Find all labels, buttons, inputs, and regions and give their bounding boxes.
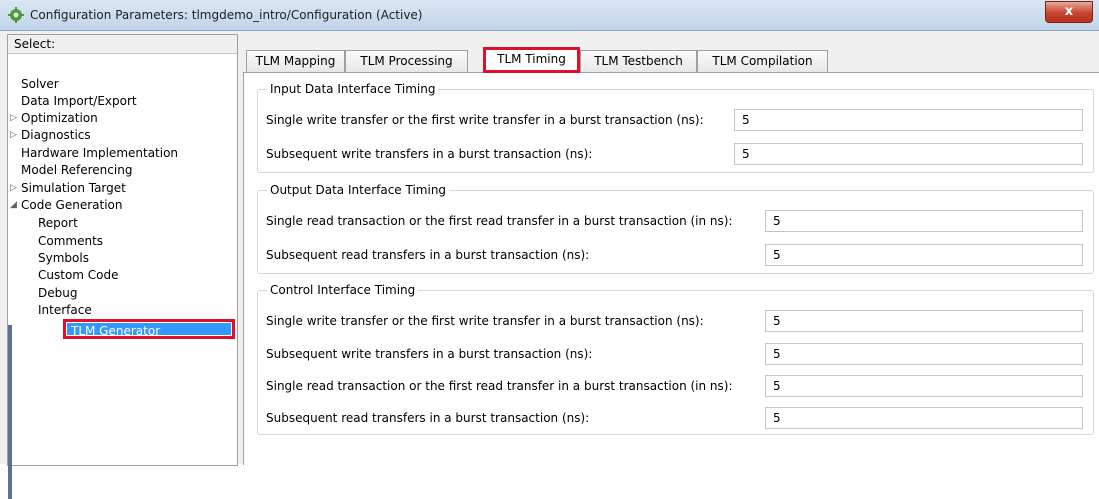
- tab-tlm-testbench[interactable]: TLM Testbench: [580, 50, 697, 72]
- control-first-read-field[interactable]: 5: [765, 375, 1083, 397]
- window-title: Configuration Parameters: tlmgdemo_intro…: [30, 8, 423, 22]
- expand-icon[interactable]: ▷: [10, 130, 17, 140]
- title-bar[interactable]: Configuration Parameters: tlmgdemo_intro…: [0, 0, 1099, 31]
- settings-pane: TLM Mapping TLM Processing TLM Timing TL…: [240, 34, 1099, 465]
- field-label: Subsequent read transfers in a burst tra…: [266, 248, 590, 262]
- tab-tlm-timing[interactable]: TLM Timing: [483, 47, 580, 73]
- tree-item-model-referencing[interactable]: Model Referencing: [21, 163, 132, 177]
- tree-item-simulation-target[interactable]: Simulation Target: [21, 181, 126, 195]
- category-tree: Select: Solver Data Import/Export ▷ Opti…: [7, 34, 238, 499]
- field-label: Single read transaction or the first rea…: [266, 214, 733, 228]
- control-subsequent-write-field[interactable]: 5: [765, 343, 1083, 365]
- selection-highlight: TLM Generator: [67, 323, 231, 338]
- tree-item-data-import-export[interactable]: Data Import/Export: [21, 94, 137, 108]
- tree-item-debug[interactable]: Debug: [38, 286, 77, 300]
- control-timing-group: Control Interface Timing Single write tr…: [257, 283, 1094, 435]
- tree-item-optimization[interactable]: Optimization: [21, 111, 98, 125]
- field-label: Single write transfer or the first write…: [266, 314, 704, 328]
- tree-item-diagnostics[interactable]: Diagnostics: [21, 128, 91, 142]
- expand-icon[interactable]: ▷: [10, 113, 17, 123]
- tree-item-interface[interactable]: Interface: [38, 303, 92, 317]
- tab-content: Input Data Interface Timing Single write…: [243, 72, 1099, 465]
- tab-tlm-mapping[interactable]: TLM Mapping: [246, 50, 345, 72]
- select-label: Select:: [14, 37, 56, 51]
- field-label: Single write transfer or the first write…: [266, 113, 704, 127]
- tab-tlm-compilation[interactable]: TLM Compilation: [697, 50, 828, 72]
- tree-item-comments[interactable]: Comments: [38, 234, 103, 248]
- output-timing-group: Output Data Interface Timing Single read…: [257, 183, 1094, 274]
- group-title: Output Data Interface Timing: [267, 183, 450, 197]
- pane-splitter[interactable]: [8, 325, 12, 499]
- tree-item-label: TLM Generator: [71, 324, 161, 338]
- collapse-icon[interactable]: ◢: [10, 200, 17, 210]
- control-first-write-field[interactable]: 5: [765, 310, 1083, 332]
- field-label: Single read transaction or the first rea…: [266, 379, 733, 393]
- tree-item-custom-code[interactable]: Custom Code: [38, 268, 119, 282]
- input-first-write-field[interactable]: 5: [734, 109, 1083, 131]
- expand-icon[interactable]: ▷: [10, 183, 17, 193]
- field-label: Subsequent write transfers in a burst tr…: [266, 347, 593, 361]
- tab-tlm-processing[interactable]: TLM Processing: [345, 50, 468, 72]
- gear-icon: [8, 7, 24, 23]
- output-subsequent-read-field[interactable]: 5: [765, 244, 1083, 266]
- tree-item-symbols[interactable]: Symbols: [38, 251, 89, 265]
- input-subsequent-write-field[interactable]: 5: [734, 143, 1083, 165]
- field-label: Subsequent write transfers in a burst tr…: [266, 147, 593, 161]
- tree-item-hardware-implementation[interactable]: Hardware Implementation: [21, 146, 178, 160]
- configuration-dialog: Configuration Parameters: tlmgdemo_intro…: [0, 0, 1099, 499]
- tree-item-tlm-generator[interactable]: TLM Generator: [63, 319, 235, 339]
- tree-item-report[interactable]: Report: [38, 216, 78, 230]
- input-timing-group: Input Data Interface Timing Single write…: [257, 82, 1094, 173]
- tree-item-solver[interactable]: Solver: [21, 77, 59, 91]
- group-title: Input Data Interface Timing: [267, 82, 439, 96]
- tree-item-code-generation[interactable]: Code Generation: [21, 198, 122, 212]
- control-subsequent-read-field[interactable]: 5: [765, 407, 1083, 429]
- close-button[interactable]: x: [1045, 1, 1093, 23]
- group-title: Control Interface Timing: [267, 283, 419, 297]
- output-first-read-field[interactable]: 5: [765, 210, 1083, 232]
- field-label: Subsequent read transfers in a burst tra…: [266, 411, 590, 425]
- select-header: Select:: [8, 35, 237, 54]
